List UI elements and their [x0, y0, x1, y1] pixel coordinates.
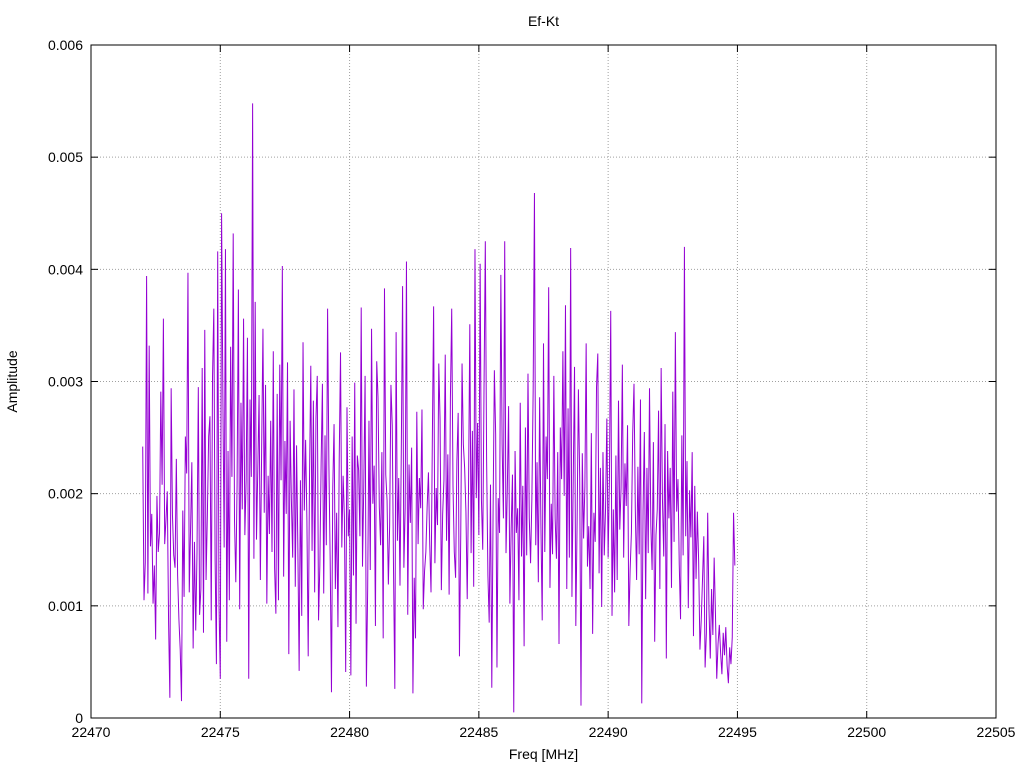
x-tick-label: 22485 — [459, 724, 498, 740]
chart-title: Ef-Kt — [528, 13, 559, 29]
x-tick-label: 22490 — [589, 724, 628, 740]
y-axis-title: Amplitude — [4, 350, 20, 412]
chart-background — [0, 0, 1024, 768]
y-tick-label: 0 — [75, 710, 83, 726]
x-tick-label: 22480 — [330, 724, 369, 740]
x-tick-label: 22495 — [718, 724, 757, 740]
x-tick-label: 22500 — [847, 724, 886, 740]
y-tick-label: 0.006 — [48, 37, 83, 53]
x-axis-title: Freq [MHz] — [509, 746, 578, 762]
y-tick-label: 0.001 — [48, 598, 83, 614]
x-tick-label: 22505 — [977, 724, 1016, 740]
x-tick-label: 22470 — [72, 724, 111, 740]
y-tick-label: 0.003 — [48, 374, 83, 390]
y-tick-label: 0.005 — [48, 149, 83, 165]
x-tick-label: 22475 — [201, 724, 240, 740]
y-tick-label: 0.004 — [48, 261, 83, 277]
chart: 22470 22475 22480 22485 22490 22495 22500 22505… — [0, 0, 1024, 768]
y-tick-label: 0.002 — [48, 486, 83, 502]
